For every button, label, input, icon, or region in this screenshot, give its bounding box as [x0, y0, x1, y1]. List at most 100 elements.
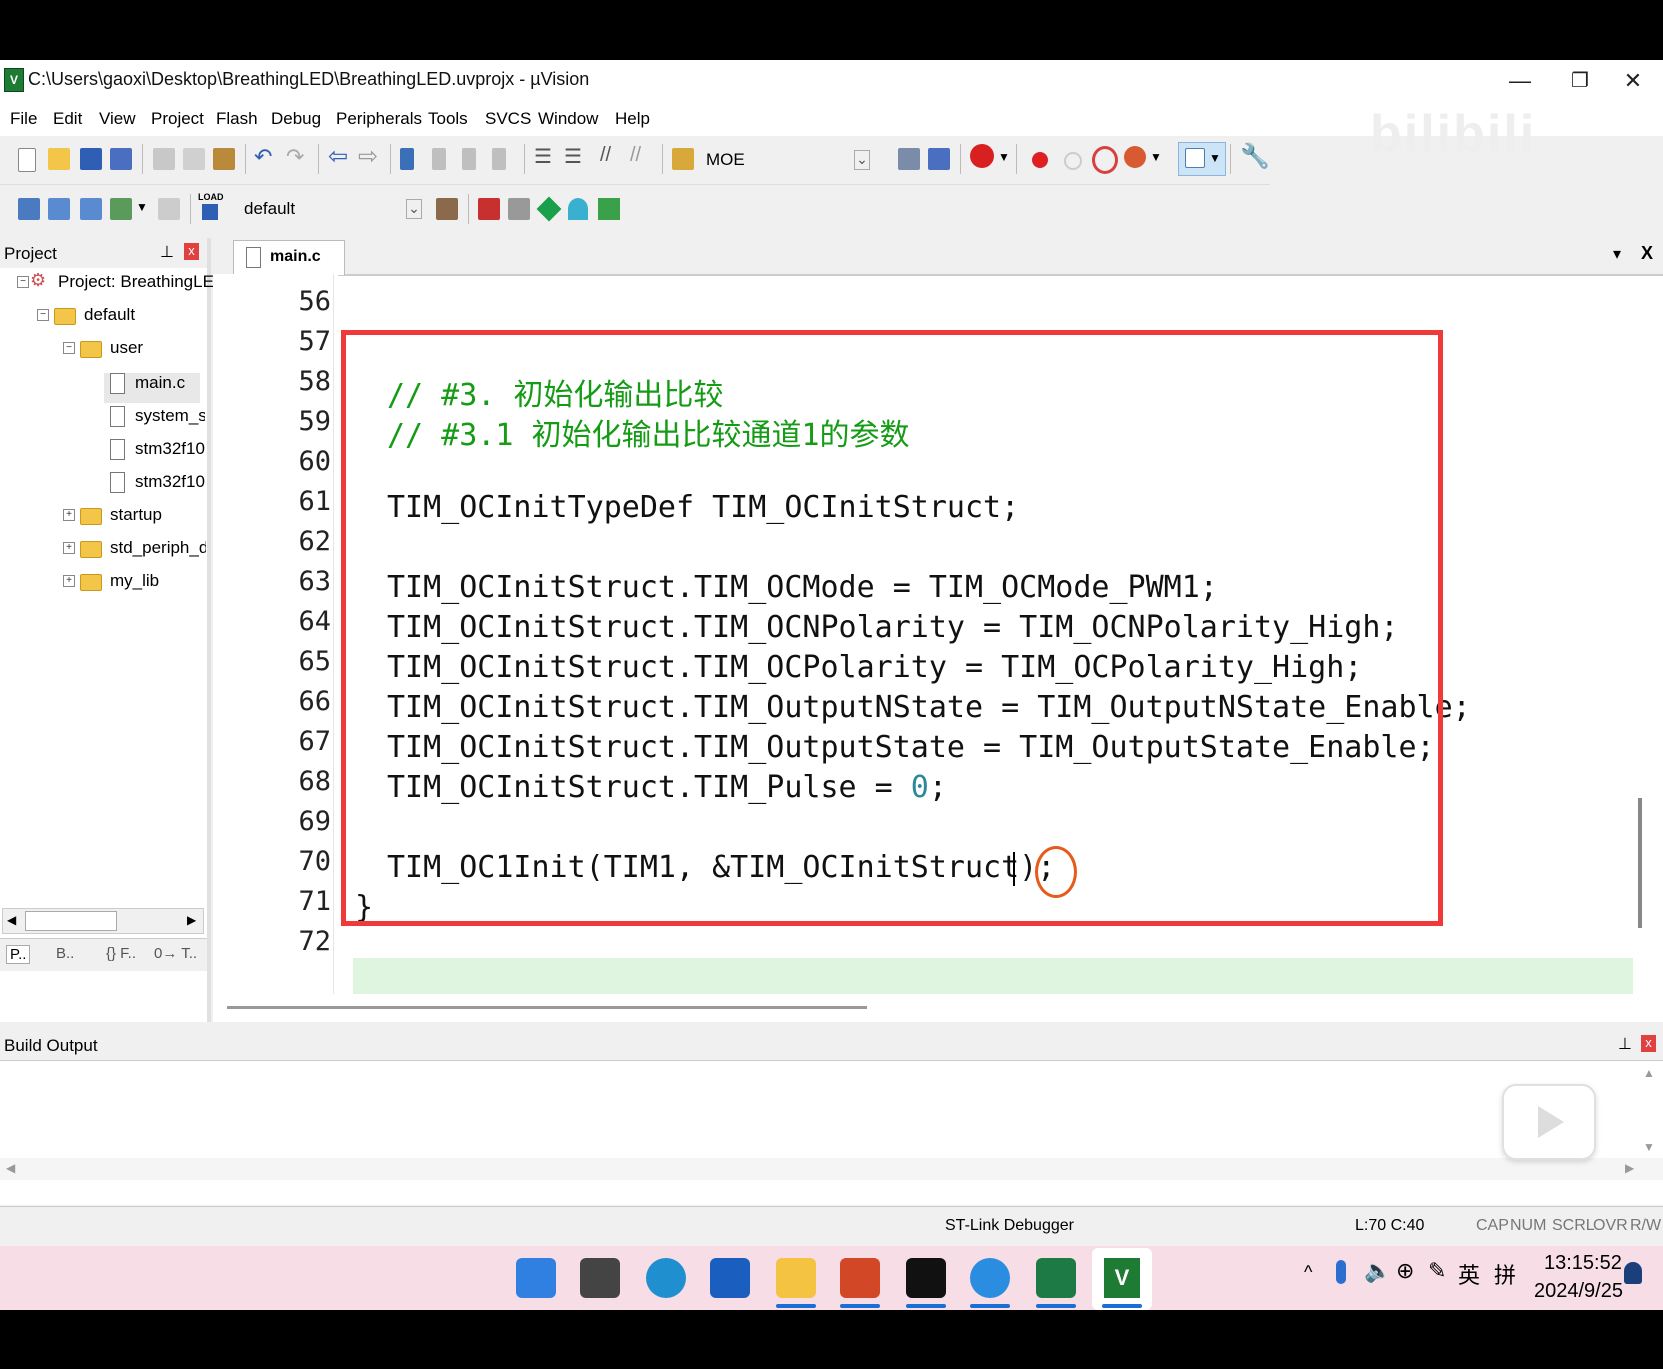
select-software-packs-icon[interactable] — [508, 198, 530, 220]
close-pane-icon[interactable]: x — [184, 243, 199, 260]
menu-window[interactable]: Window — [538, 109, 598, 129]
target-node[interactable]: default — [84, 305, 135, 325]
scroll-left-icon[interactable]: ◀ — [6, 1161, 15, 1175]
scroll-down-icon[interactable]: ▼ — [1643, 1140, 1655, 1154]
scrollbar-thumb[interactable] — [227, 1006, 867, 1009]
todo-icon[interactable] — [710, 1258, 750, 1298]
menu-peripherals[interactable]: Peripherals — [336, 109, 422, 129]
window-layout-button[interactable]: ▼ — [1178, 142, 1226, 176]
copy-icon[interactable] — [183, 148, 205, 170]
group-node-my-lib[interactable]: my_lib — [110, 571, 159, 591]
manage-run-time-icon[interactable] — [598, 198, 620, 220]
scroll-left-icon[interactable]: ◀ — [7, 913, 16, 927]
tab-main-c[interactable]: main.c — [233, 240, 345, 275]
cut-icon[interactable] — [153, 148, 175, 170]
file-explorer-icon[interactable] — [776, 1258, 816, 1298]
scroll-up-icon[interactable]: ▲ — [1643, 1066, 1655, 1080]
tree-expander-icon[interactable]: − — [17, 276, 29, 288]
indent-icon[interactable]: ☰ — [534, 144, 552, 169]
open-folder-icon[interactable] — [48, 148, 70, 170]
meeting-app-icon[interactable] — [970, 1258, 1010, 1298]
close-pane-icon[interactable]: x — [1641, 1035, 1656, 1052]
chevron-down-icon[interactable]: ⌄ — [406, 199, 422, 219]
batch-build-icon[interactable] — [110, 198, 132, 220]
bookmark-icon[interactable] — [400, 148, 414, 170]
group-node-std-periph[interactable]: std_periph_dr — [110, 538, 206, 558]
rte-icon[interactable] — [568, 198, 588, 220]
file-node-main[interactable]: main.c — [135, 373, 185, 393]
file-node-stm32-2[interactable]: stm32f10x — [135, 472, 205, 492]
tree-expander-icon[interactable]: − — [37, 309, 49, 321]
menu-svcs[interactable]: SVCS — [485, 109, 531, 129]
debug-session-icon[interactable] — [970, 144, 994, 168]
navigate-forward-icon[interactable]: ⇨ — [358, 142, 378, 171]
tab-templates[interactable]: 0→ T.. — [154, 945, 197, 962]
menu-file[interactable]: File — [10, 109, 37, 129]
scroll-right-icon[interactable]: ▶ — [187, 913, 196, 927]
manage-components-icon[interactable] — [478, 198, 500, 220]
capture-app-icon[interactable] — [906, 1258, 946, 1298]
minimize-button[interactable]: — — [1495, 64, 1545, 98]
find-icon[interactable] — [898, 148, 920, 170]
task-view-icon[interactable] — [580, 1258, 620, 1298]
target-select[interactable]: default ⌄ — [236, 194, 426, 222]
menu-help[interactable]: Help — [615, 109, 650, 129]
uvision-taskbar-button[interactable]: V — [1092, 1248, 1152, 1310]
close-editor-icon[interactable]: X — [1641, 243, 1653, 264]
video-play-overlay-button[interactable] — [1502, 1084, 1596, 1160]
translate-icon[interactable] — [18, 198, 40, 220]
pack-installer-icon[interactable] — [536, 196, 562, 222]
editor-vertical-scrollbar[interactable] — [1638, 798, 1642, 928]
powerpoint-icon[interactable] — [840, 1258, 880, 1298]
menu-view[interactable]: View — [99, 109, 136, 129]
tree-expander-icon[interactable]: + — [63, 509, 75, 521]
clock-date[interactable]: 2024/9/25 — [1534, 1280, 1623, 1303]
volume-icon[interactable]: 🔈 — [1364, 1258, 1391, 1284]
menu-flash[interactable]: Flash — [216, 109, 258, 129]
close-button[interactable]: ✕ — [1608, 64, 1658, 98]
group-node-user[interactable]: user — [110, 338, 143, 358]
next-bookmark-icon[interactable] — [462, 148, 476, 170]
start-icon[interactable] — [516, 1258, 556, 1298]
pane-menu-icon[interactable]: ▾ — [1613, 244, 1621, 264]
tab-books[interactable]: B.. — [56, 945, 74, 962]
tab-functions[interactable]: {} F.. — [106, 945, 136, 962]
chevron-down-icon[interactable]: ⌄ — [854, 150, 870, 170]
find-combobox[interactable]: MOE ⌄ — [704, 146, 874, 174]
new-file-icon[interactable] — [18, 148, 36, 172]
menu-edit[interactable]: Edit — [53, 109, 82, 129]
network-icon[interactable]: ⊕ — [1396, 1258, 1414, 1284]
download-load-icon[interactable]: LOAD — [198, 192, 224, 222]
breakpoint-icon[interactable] — [1032, 152, 1048, 168]
excel-icon[interactable] — [1036, 1258, 1076, 1298]
project-horizontal-scrollbar[interactable]: ◀ ▶ — [2, 908, 204, 934]
prev-bookmark-icon[interactable] — [432, 148, 446, 170]
configure-wrench-icon[interactable]: 🔧 — [1240, 142, 1270, 171]
undo-icon[interactable]: ↶ — [254, 144, 272, 170]
build-icon[interactable] — [48, 198, 70, 220]
tab-project[interactable]: P.. — [6, 945, 31, 964]
editor-horizontal-scrollbar[interactable] — [213, 994, 1663, 1020]
paste-icon[interactable] — [213, 148, 235, 170]
scrollbar-thumb[interactable] — [25, 911, 117, 931]
trace-icon[interactable] — [1124, 146, 1146, 168]
dropdown-arrow-icon[interactable]: ▼ — [998, 150, 1010, 164]
ime-language-indicator[interactable]: 英 — [1458, 1258, 1480, 1290]
target-options-icon[interactable] — [436, 198, 458, 220]
ime-mode-indicator[interactable]: 拼 — [1494, 1258, 1516, 1290]
build-output-horizontal-scrollbar[interactable]: ◀ ▶ — [0, 1158, 1663, 1180]
find-in-files-icon[interactable] — [672, 148, 694, 170]
tree-expander-icon[interactable]: + — [63, 542, 75, 554]
stop-build-icon[interactable] — [158, 198, 180, 220]
scroll-right-icon[interactable]: ▶ — [1625, 1161, 1634, 1175]
redo-icon[interactable]: ↷ — [286, 144, 304, 170]
notification-bell-icon[interactable] — [1624, 1262, 1642, 1284]
dropdown-arrow-icon[interactable]: ▼ — [1150, 150, 1162, 164]
microphone-icon[interactable] — [1336, 1260, 1346, 1284]
save-all-icon[interactable] — [110, 148, 132, 170]
clock-time[interactable]: 13:15:52 — [1544, 1252, 1622, 1275]
incremental-find-icon[interactable] — [928, 148, 950, 170]
pin-icon[interactable]: ⊥ — [1618, 1034, 1632, 1054]
save-icon[interactable] — [80, 148, 102, 170]
clear-bookmarks-icon[interactable] — [492, 148, 506, 170]
